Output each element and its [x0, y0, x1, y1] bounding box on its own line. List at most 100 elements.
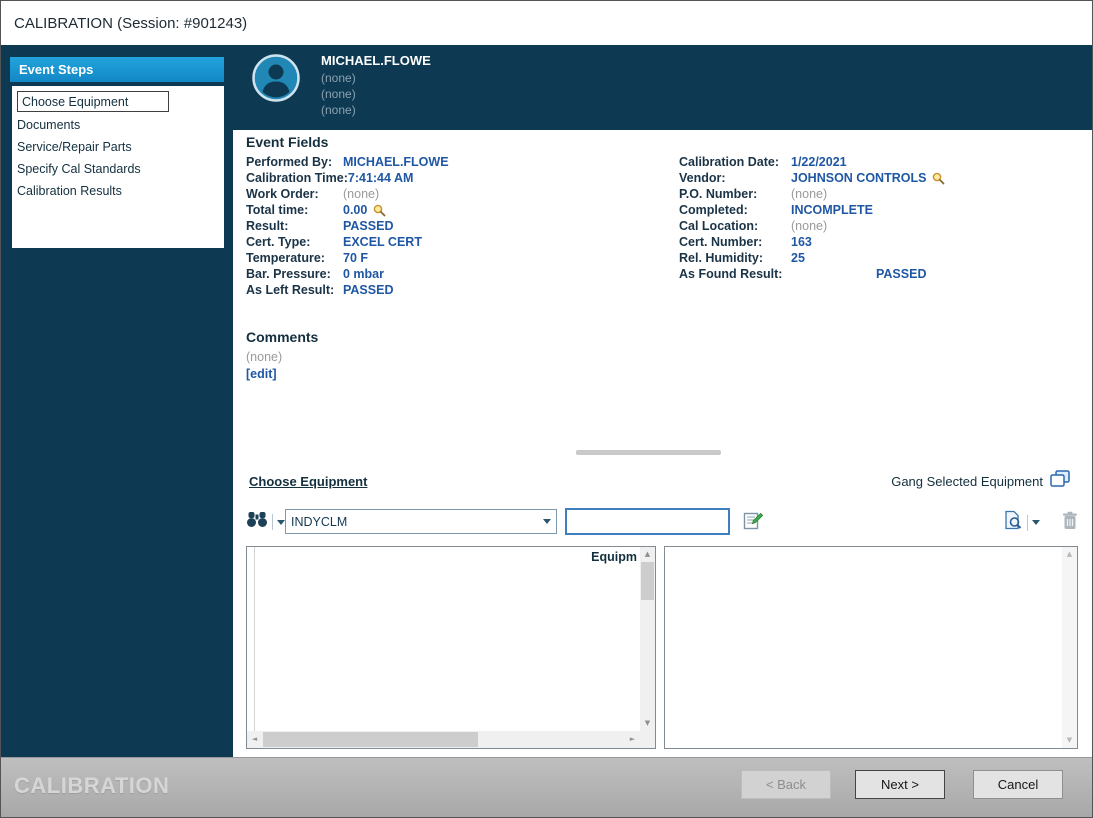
banner-subline: (none): [321, 71, 356, 85]
gang-selected-equipment-button[interactable]: Gang Selected Equipment: [891, 470, 1070, 493]
scroll-up-icon[interactable]: ▲: [1062, 547, 1077, 562]
grid-column-header-equipment[interactable]: Equipm: [591, 550, 637, 564]
field-calibration-date: Calibration Date: 1/22/2021: [679, 154, 1089, 170]
vendor-lookup-icon[interactable]: [932, 172, 945, 185]
field-calibration-time: Calibration Time: 7:41:44 AM: [246, 170, 671, 186]
step-calibration-results[interactable]: Calibration Results: [12, 180, 224, 202]
vertical-scrollbar[interactable]: ▲ ▼: [640, 547, 655, 731]
binoculars-icon: [246, 511, 268, 533]
field-as-left-result: As Left Result: PASSED: [246, 282, 671, 298]
event-steps-list: Choose Equipment Documents Service/Repai…: [12, 86, 224, 248]
chevron-down-icon: [1032, 520, 1040, 525]
event-fields-title: Event Fields: [246, 134, 328, 150]
step-documents[interactable]: Documents: [12, 114, 224, 136]
field-value[interactable]: PASSED: [343, 219, 393, 233]
preview-split-button[interactable]: [1003, 510, 1040, 535]
toolbar-divider: [272, 514, 273, 530]
field-vendor: Vendor: JOHNSON CONTROLS: [679, 170, 1089, 186]
scroll-down-icon[interactable]: ▼: [640, 716, 655, 731]
comments-section: Comments (none) [edit]: [246, 329, 318, 383]
field-cal-location: Cal Location: (none): [679, 218, 1089, 234]
field-as-found-result: As Found Result: PASSED: [679, 266, 1089, 282]
field-label: Cal Location:: [679, 219, 791, 233]
step-service-repair-parts[interactable]: Service/Repair Parts: [12, 136, 224, 158]
chevron-down-icon: [543, 519, 551, 524]
field-value[interactable]: EXCEL CERT: [343, 235, 422, 249]
event-fields-left-column: Performed By: MICHAEL.FLOWE Calibration …: [246, 154, 671, 298]
splitter-handle[interactable]: [576, 450, 721, 455]
user-avatar-icon: [252, 54, 300, 102]
equipment-filter-combo-value: INDYCLM: [286, 515, 537, 529]
field-cert-number: Cert. Number: 163: [679, 234, 1089, 250]
step-choose-equipment[interactable]: Choose Equipment: [12, 89, 224, 114]
gang-equipment-icon: [1050, 470, 1070, 493]
field-completed: Completed: INCOMPLETE: [679, 202, 1089, 218]
field-label: Calibration Time:: [246, 171, 348, 185]
field-label: Result:: [246, 219, 343, 233]
combo-dropdown-icon[interactable]: [537, 510, 556, 533]
field-value[interactable]: 0 mbar: [343, 267, 384, 281]
field-label: Vendor:: [679, 171, 791, 185]
scrollbar-thumb[interactable]: [263, 732, 478, 747]
field-value[interactable]: (none): [791, 187, 827, 201]
field-label: Cert. Number:: [679, 235, 791, 249]
field-label: Total time:: [246, 203, 343, 217]
field-value[interactable]: PASSED: [343, 283, 393, 297]
scroll-left-icon[interactable]: ◄: [247, 731, 262, 748]
field-value[interactable]: JOHNSON CONTROLS: [791, 171, 926, 185]
comments-value: (none): [246, 350, 318, 364]
field-value[interactable]: 0.00: [343, 203, 367, 217]
field-po-number: P.O. Number: (none): [679, 186, 1089, 202]
field-value[interactable]: 163: [791, 235, 812, 249]
equipment-search-input[interactable]: [565, 508, 730, 535]
scroll-right-icon[interactable]: ►: [625, 731, 640, 748]
scrollbar-thumb[interactable]: [641, 562, 654, 600]
window-title: CALIBRATION (Session: #901243): [14, 15, 247, 32]
field-value[interactable]: INCOMPLETE: [791, 203, 873, 217]
vertical-scrollbar[interactable]: ▲ ▼: [1062, 547, 1077, 748]
cancel-button[interactable]: Cancel: [973, 770, 1063, 799]
field-value[interactable]: 1/22/2021: [791, 155, 847, 169]
field-label: Cert. Type:: [246, 235, 343, 249]
comments-title: Comments: [246, 329, 318, 345]
field-label: As Left Result:: [246, 283, 343, 297]
event-fields-panel: Event Fields Performed By: MICHAEL.FLOWE…: [233, 130, 1092, 461]
event-fields-right-column: Calibration Date: 1/22/2021 Vendor: JOHN…: [679, 154, 1089, 282]
field-label: Temperature:: [246, 251, 343, 265]
banner-subline: (none): [321, 87, 356, 101]
selected-equipment-list[interactable]: ▲ ▼: [664, 546, 1078, 749]
field-value[interactable]: MICHAEL.FLOWE: [343, 155, 449, 169]
field-work-order: Work Order: (none): [246, 186, 671, 202]
scroll-down-icon[interactable]: ▼: [1062, 733, 1077, 748]
field-label: P.O. Number:: [679, 187, 791, 201]
field-rel-humidity: Rel. Humidity: 25: [679, 250, 1089, 266]
find-equipment-split-button[interactable]: [243, 510, 288, 534]
field-cert-type: Cert. Type: EXCEL CERT: [246, 234, 671, 250]
field-value[interactable]: (none): [791, 219, 827, 233]
field-result: Result: PASSED: [246, 218, 671, 234]
equipment-grid[interactable]: Equipm ▲ ▼ ◄ ►: [246, 546, 656, 749]
total-time-lookup-icon[interactable]: [373, 204, 386, 217]
equipment-filter-combo[interactable]: INDYCLM: [285, 509, 557, 534]
step-specify-cal-standards[interactable]: Specify Cal Standards: [12, 158, 224, 180]
field-value[interactable]: 7:41:44 AM: [348, 171, 414, 185]
next-button[interactable]: Next >: [855, 770, 945, 799]
field-value[interactable]: 25: [791, 251, 805, 265]
chevron-down-icon: [277, 520, 285, 525]
back-button[interactable]: < Back: [741, 770, 831, 799]
choose-equipment-title: Choose Equipment: [249, 474, 367, 489]
performed-by-name: MICHAEL.FLOWE: [321, 53, 431, 68]
horizontal-scrollbar[interactable]: ◄ ►: [247, 731, 640, 748]
field-value[interactable]: PASSED: [876, 267, 926, 281]
scroll-up-icon[interactable]: ▲: [640, 547, 655, 562]
footer-bar: CALIBRATION < Back Next > Cancel: [1, 757, 1092, 817]
comments-edit-link[interactable]: [edit]: [246, 367, 277, 381]
field-label: Bar. Pressure:: [246, 267, 343, 281]
title-bar[interactable]: CALIBRATION (Session: #901243): [1, 1, 1092, 45]
field-value[interactable]: (none): [343, 187, 379, 201]
edit-list-icon[interactable]: [743, 511, 763, 536]
field-value[interactable]: 70 F: [343, 251, 368, 265]
event-steps-header: Event Steps: [10, 57, 224, 82]
grid-header-row: Equipm: [247, 547, 640, 568]
delete-trash-icon[interactable]: [1062, 511, 1078, 535]
